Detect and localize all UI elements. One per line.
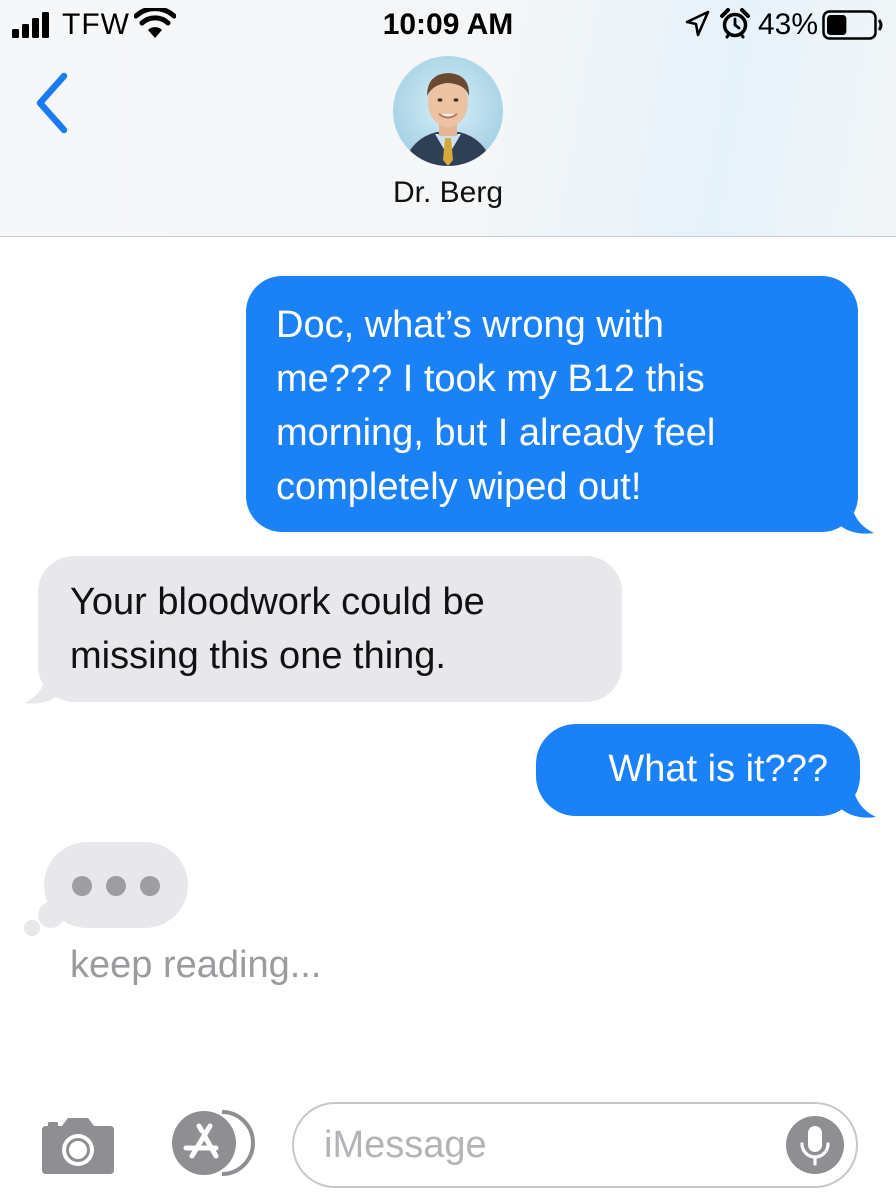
- message-field[interactable]: [292, 1102, 858, 1188]
- microphone-button[interactable]: [786, 1116, 844, 1174]
- alarm-icon: [720, 8, 750, 39]
- conversation-header: TFW 10:09 AM 43% Dr. Berg: [0, 0, 896, 237]
- battery-percentage: 43%: [758, 8, 819, 41]
- outgoing-message[interactable]: What is it???: [536, 724, 860, 816]
- typing-indicator: [44, 842, 188, 928]
- typing-dot: [106, 876, 126, 896]
- outgoing-message[interactable]: Doc, what’s wrong with me??? I took my B…: [246, 276, 858, 532]
- battery-icon: [822, 10, 883, 40]
- keep-reading-caption: keep reading...: [70, 944, 322, 986]
- chevron-left-icon[interactable]: [28, 70, 78, 136]
- message-line: morning, but I already feel: [276, 412, 716, 454]
- message-line: missing this one thing.: [70, 635, 446, 677]
- app-store-icon[interactable]: [166, 1108, 256, 1178]
- typing-dot: [72, 876, 92, 896]
- message-line: Doc, what’s wrong with: [276, 304, 664, 346]
- location-icon: [685, 10, 710, 37]
- message-line: What is it???: [608, 748, 828, 790]
- messages-screen: TFW 10:09 AM 43% Dr. Berg Doc, what’s wr…: [0, 0, 896, 1200]
- camera-icon[interactable]: [40, 1112, 116, 1176]
- typing-indicator-small-circle: [24, 920, 40, 936]
- message-line: Your bloodwork could be: [70, 581, 485, 623]
- contact-portrait: [403, 73, 493, 166]
- message-line: completely wiped out!: [276, 466, 642, 508]
- avatar[interactable]: [393, 56, 503, 166]
- contact-name[interactable]: Dr. Berg: [0, 176, 896, 210]
- incoming-message[interactable]: Your bloodwork could be missing this one…: [38, 556, 622, 702]
- message-input[interactable]: [324, 1116, 764, 1174]
- microphone-icon: [800, 1126, 830, 1166]
- message-line: me??? I took my B12 this: [276, 358, 705, 400]
- typing-dot: [140, 876, 160, 896]
